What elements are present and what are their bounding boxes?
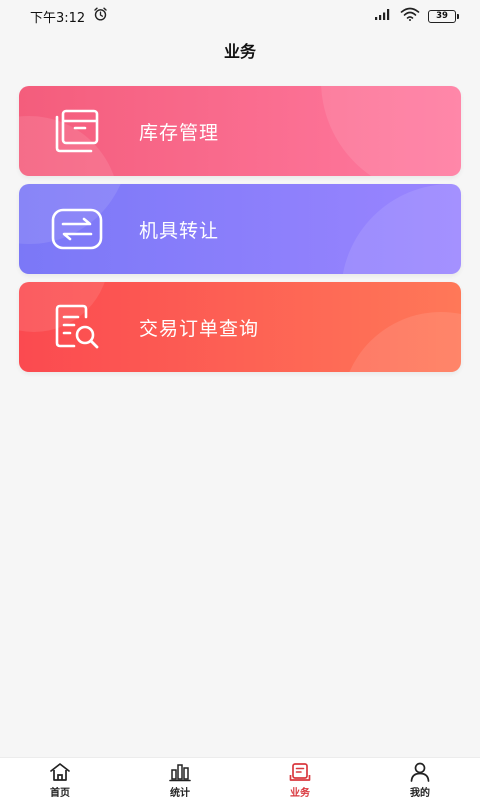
status-right: 39: [374, 7, 459, 25]
page-title: 业务: [223, 42, 256, 61]
card-label: 交易订单查询: [139, 317, 260, 340]
tab-statistics[interactable]: 统计: [120, 758, 240, 800]
status-left: 下午3:12: [30, 7, 108, 26]
card-order-query[interactable]: 交易订单查询: [19, 282, 461, 372]
home-icon: [48, 761, 72, 783]
tab-business[interactable]: 业务: [240, 758, 360, 800]
tab-label: 统计: [170, 788, 190, 799]
bottom-tab-bar: 首页 统计 业务 我的: [0, 757, 480, 800]
wifi-icon: [400, 7, 420, 25]
business-card-list: 库存管理 机具转让 交易订单查询: [19, 86, 461, 380]
card-label: 机具转让: [139, 219, 220, 242]
card-device-transfer[interactable]: 机具转让: [19, 184, 461, 274]
status-time: 下午3:12: [30, 10, 86, 26]
inventory-box-icon: [49, 103, 105, 159]
bar-chart-icon: [168, 761, 192, 783]
card-decoration: [321, 86, 461, 176]
tab-label: 业务: [290, 788, 310, 799]
tab-mine[interactable]: 我的: [360, 758, 480, 800]
tab-label: 我的: [410, 788, 430, 799]
card-decoration: [341, 312, 461, 372]
alarm-icon: [93, 7, 108, 25]
person-icon: [408, 761, 432, 783]
business-icon: [288, 761, 312, 783]
card-label: 库存管理: [139, 121, 220, 144]
transfer-arrows-icon: [49, 201, 105, 257]
battery-icon: 39: [428, 9, 459, 23]
battery-level: 39: [436, 10, 448, 21]
card-inventory-management[interactable]: 库存管理: [19, 86, 461, 176]
signal-icon: [374, 8, 392, 24]
status-bar: 下午3:12 39: [0, 0, 480, 32]
tab-label: 首页: [50, 788, 70, 799]
card-decoration: [341, 184, 461, 274]
order-search-icon: [49, 299, 105, 355]
tab-home[interactable]: 首页: [0, 758, 120, 800]
